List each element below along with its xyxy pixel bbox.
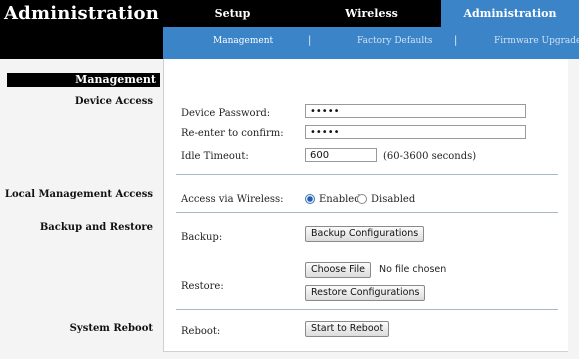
- section-sidebar: Management Device Access Local Managemen…: [0, 59, 163, 359]
- access-via-wireless-label: Access via Wireless:: [181, 194, 284, 205]
- page-title: Administration: [4, 3, 160, 24]
- radio-disabled-label: Disabled: [371, 194, 416, 205]
- section-backup-and-restore: Backup and Restore: [39, 222, 153, 233]
- section-divider: [176, 212, 558, 213]
- backup-configurations-button[interactable]: Backup Configurations: [305, 226, 425, 242]
- tab-setup[interactable]: Setup: [163, 0, 302, 27]
- tab-wireless[interactable]: Wireless: [302, 0, 441, 27]
- sub-nav: Management | Factory Defaults | Firmware…: [163, 27, 579, 59]
- idle-timeout-hint: (60-3600 seconds): [383, 151, 477, 162]
- subtab-factory-defaults[interactable]: Factory Defaults: [357, 36, 432, 46]
- restore-configurations-button[interactable]: Restore Configurations: [305, 285, 426, 301]
- section-divider: [176, 309, 558, 310]
- tab-administration[interactable]: Administration: [441, 0, 579, 27]
- section-device-access: Device Access: [74, 96, 153, 107]
- active-section-bar: Management: [7, 73, 160, 87]
- section-system-reboot: System Reboot: [69, 323, 153, 334]
- top-nav: Setup Wireless Administration: [163, 0, 579, 27]
- restore-label: Restore:: [181, 281, 224, 292]
- admin-page: Administration Setup Wireless Administra…: [0, 0, 579, 359]
- main-panel: Device Password: Re-enter to confirm: Id…: [163, 59, 568, 352]
- reboot-label: Reboot:: [181, 326, 221, 337]
- idle-timeout-label: Idle Timeout:: [181, 151, 249, 162]
- subnav-separator: |: [308, 35, 312, 46]
- header-title-block: Administration: [0, 0, 163, 59]
- confirm-password-label: Re-enter to confirm:: [181, 128, 284, 139]
- radio-enabled-label: Enabled: [319, 194, 361, 205]
- radio-enabled[interactable]: [305, 194, 315, 204]
- active-section-title: Management: [75, 73, 156, 86]
- subtab-management[interactable]: Management: [213, 36, 273, 46]
- backup-label: Backup:: [181, 232, 223, 243]
- subnav-separator: |: [454, 35, 458, 46]
- choose-file-button[interactable]: Choose File: [305, 262, 371, 278]
- section-local-management-access: Local Management Access: [4, 189, 153, 200]
- confirm-password-field[interactable]: [305, 125, 526, 139]
- start-to-reboot-button[interactable]: Start to Reboot: [305, 321, 390, 337]
- section-divider: [176, 174, 558, 175]
- subtab-firmware-upgrade[interactable]: Firmware Upgrade: [494, 36, 579, 46]
- device-password-field[interactable]: [305, 104, 526, 118]
- device-password-label: Device Password:: [181, 108, 271, 119]
- radio-disabled[interactable]: [357, 194, 367, 204]
- file-status: No file chosen: [379, 264, 447, 275]
- idle-timeout-field[interactable]: [305, 148, 377, 162]
